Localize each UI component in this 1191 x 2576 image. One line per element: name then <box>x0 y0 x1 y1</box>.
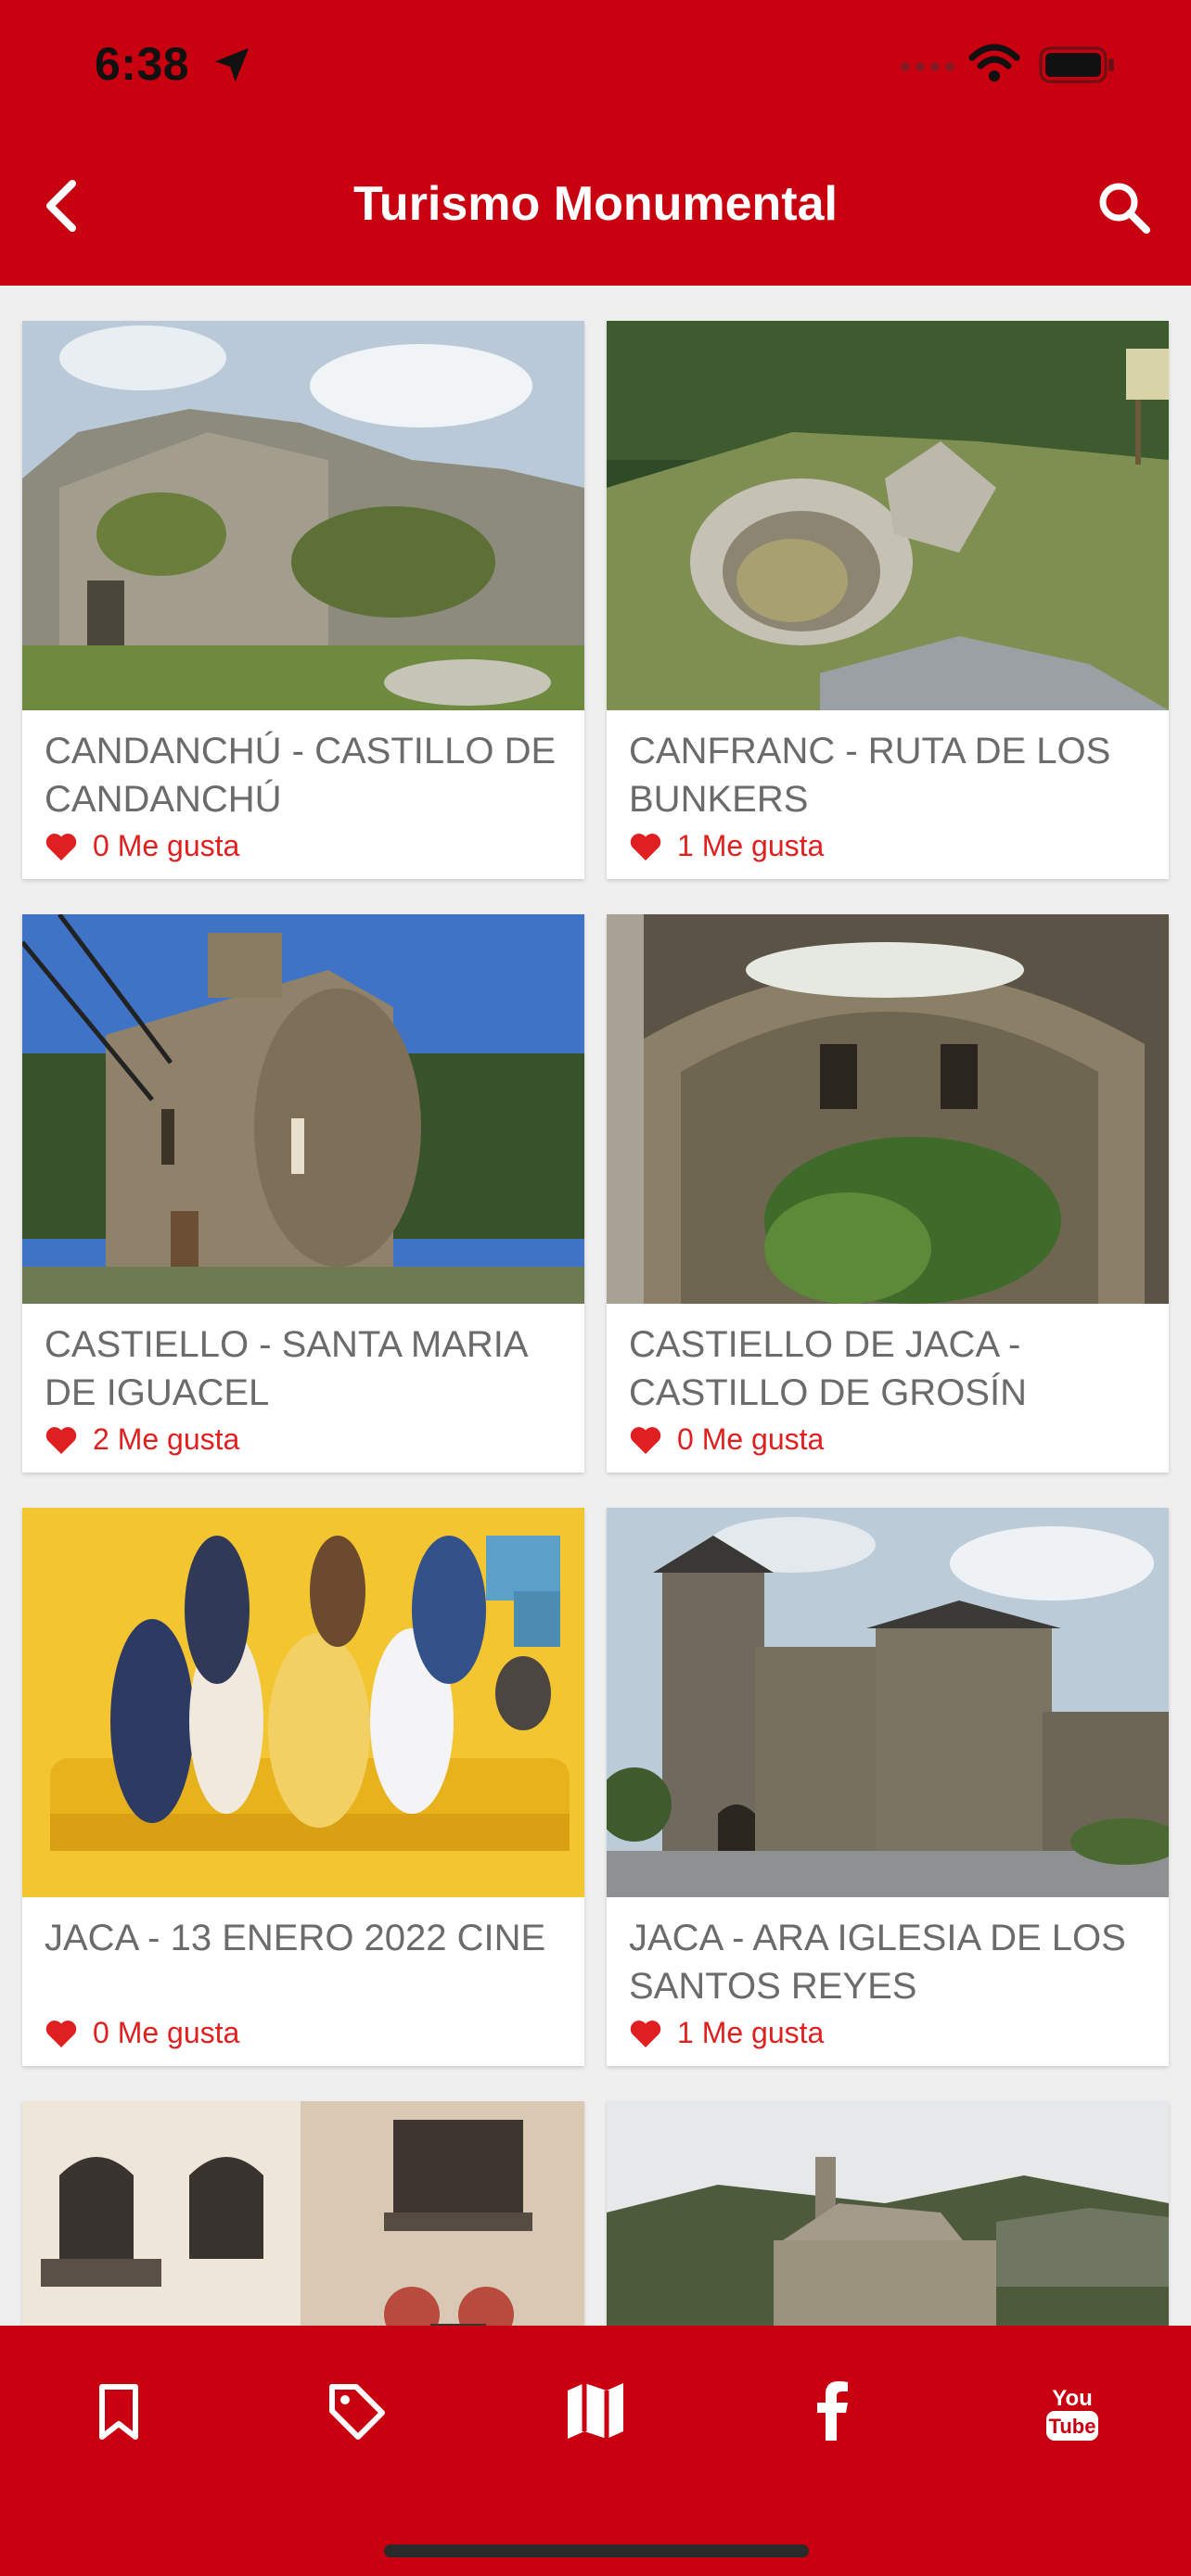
monument-card[interactable]: CASTIELLO DE JACA - CASTILLO DE GROSÍN 0… <box>607 914 1169 1473</box>
wifi-icon <box>968 44 1020 82</box>
app-bar: Turismo Monumental <box>0 139 1191 286</box>
monument-title: CANFRANC - RUTA DE LOS BUNKERS <box>629 731 1111 820</box>
monument-title: CASTIELLO DE JACA - CASTILLO DE GROSÍN <box>629 1324 1027 1413</box>
monument-card[interactable]: JACA - ARA IGLESIA DE LOS SANTOS REYES 1… <box>607 1508 1169 2066</box>
monument-photo <box>22 2101 584 2326</box>
map-icon[interactable] <box>558 2374 633 2448</box>
like-count[interactable]: 0 Me gusta <box>45 2016 562 2050</box>
monument-photo <box>607 914 1169 1304</box>
svg-text:Tube: Tube <box>1049 2415 1096 2438</box>
heart-icon <box>630 1426 661 1454</box>
tag-icon[interactable] <box>319 2374 393 2448</box>
bookmark-icon[interactable] <box>82 2374 156 2448</box>
search-icon[interactable] <box>1095 178 1154 237</box>
monument-photo <box>22 1508 584 1897</box>
location-arrow-icon <box>214 47 250 83</box>
like-count-label: 0 Me gusta <box>93 2016 240 2049</box>
page-title: Turismo Monumental <box>353 177 838 231</box>
heart-icon <box>630 2020 661 2047</box>
like-count-label: 1 Me gusta <box>677 829 825 862</box>
like-count-label: 0 Me gusta <box>677 1422 825 1456</box>
like-count[interactable]: 1 Me gusta <box>629 2016 1146 2050</box>
youtube-icon[interactable]: You Tube <box>1035 2374 1109 2448</box>
cellular-signal-icon <box>901 62 954 71</box>
monument-title: CASTIELLO - SANTA MARIA DE IGUACEL <box>45 1324 527 1413</box>
heart-icon <box>45 2020 77 2047</box>
heart-icon <box>630 833 661 861</box>
monument-title: CANDANCHÚ - CASTILLO DE CANDANCHÚ <box>45 731 557 820</box>
monument-card[interactable] <box>22 2101 584 2326</box>
heart-icon <box>45 1426 77 1454</box>
monument-card[interactable] <box>607 2101 1169 2326</box>
monument-photo <box>607 2101 1169 2326</box>
like-count-label: 1 Me gusta <box>677 2016 825 2049</box>
monument-title: JACA - ARA IGLESIA DE LOS SANTOS REYES <box>629 1918 1126 2007</box>
like-count-label: 2 Me gusta <box>93 1422 240 1456</box>
like-count[interactable]: 1 Me gusta <box>629 829 1146 863</box>
bottom-tab-bar: You Tube <box>0 2326 1191 2576</box>
monument-photo <box>22 321 584 710</box>
like-count[interactable]: 0 Me gusta <box>45 829 562 863</box>
monument-card[interactable]: CANDANCHÚ - CASTILLO DE CANDANCHÚ 0 Me g… <box>22 321 584 879</box>
monument-list[interactable]: CANDANCHÚ - CASTILLO DE CANDANCHÚ 0 Me g… <box>0 286 1191 2326</box>
monument-photo <box>22 914 584 1304</box>
heart-icon <box>45 833 77 861</box>
monument-photo <box>607 321 1169 710</box>
monument-card[interactable]: CANFRANC - RUTA DE LOS BUNKERS 1 Me gust… <box>607 321 1169 879</box>
svg-text:You: You <box>1052 2386 1093 2411</box>
battery-icon <box>1039 46 1114 83</box>
status-time: 6:38 <box>95 38 190 90</box>
monument-card[interactable]: JACA - 13 ENERO 2022 CINE 0 Me gusta <box>22 1508 584 2066</box>
like-count-label: 0 Me gusta <box>93 829 240 862</box>
status-bar: 6:38 <box>0 0 1191 139</box>
home-indicator <box>384 2544 809 2557</box>
monument-photo <box>607 1508 1169 1897</box>
monument-title: JACA - 13 ENERO 2022 CINE <box>45 1918 546 1958</box>
like-count[interactable]: 0 Me gusta <box>629 1422 1146 1457</box>
monument-card[interactable]: CASTIELLO - SANTA MARIA DE IGUACEL 2 Me … <box>22 914 584 1473</box>
like-count[interactable]: 2 Me gusta <box>45 1422 562 1457</box>
facebook-icon[interactable] <box>796 2374 870 2448</box>
